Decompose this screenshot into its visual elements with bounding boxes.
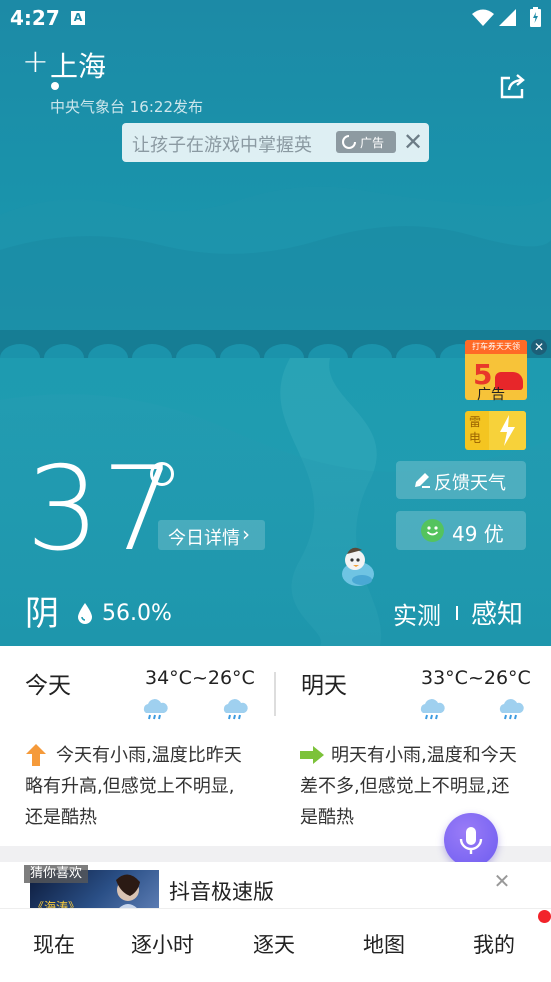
nav-now[interactable]: 现在 bbox=[33, 929, 75, 959]
add-city-button[interactable]: + bbox=[22, 45, 49, 77]
status-time: 4:27 bbox=[10, 6, 60, 30]
signal-icon bbox=[499, 9, 516, 26]
status-bar: 4:27 A bbox=[0, 0, 551, 36]
side-ad-strip: 打车券天天领 bbox=[465, 340, 527, 354]
share-icon[interactable] bbox=[497, 70, 529, 102]
aqi-face-icon bbox=[421, 519, 444, 542]
chevron-right-icon: › bbox=[242, 522, 250, 546]
lightning-icon bbox=[500, 415, 515, 446]
today-detail-label: 今日详情 bbox=[168, 528, 240, 549]
wifi-icon bbox=[472, 9, 494, 26]
tomorrow-desc-line2: 差不多,但感觉上不明显,还 bbox=[300, 776, 510, 797]
ad-close-icon[interactable]: ✕ bbox=[401, 128, 425, 156]
tab-feel[interactable]: 感知 bbox=[471, 594, 523, 631]
arrow-right-icon bbox=[300, 746, 324, 764]
publish-info: 中央气象台 16:22发布 bbox=[50, 98, 203, 116]
nav-map[interactable]: 地图 bbox=[363, 929, 405, 959]
bottom-nav: 现在 逐小时 逐天 地图 我的 bbox=[0, 908, 551, 982]
ad-logo-icon bbox=[342, 134, 357, 149]
page-indicator-dot bbox=[51, 82, 59, 90]
voice-button[interactable] bbox=[444, 813, 498, 867]
tab-observed[interactable]: 实测 bbox=[393, 596, 441, 631]
recommend-tag: 猜你喜欢 bbox=[24, 865, 89, 883]
tomorrow-temp-range: 33°C~26°C bbox=[421, 667, 531, 689]
feedback-weather-button[interactable]: 反馈天气 bbox=[396, 461, 526, 499]
thunder-label: 雷电 bbox=[469, 415, 482, 445]
degree-symbol bbox=[150, 462, 174, 486]
side-ad-label: 广告 bbox=[477, 387, 505, 403]
tab-divider bbox=[456, 606, 458, 620]
mascot-icon[interactable] bbox=[338, 540, 378, 588]
ad-text: 让孩子在游戏中掌握英 bbox=[132, 135, 312, 156]
notification-badge bbox=[538, 910, 551, 923]
nav-hourly[interactable]: 逐小时 bbox=[131, 929, 194, 959]
city-name[interactable]: 上海 bbox=[50, 45, 106, 85]
feed-ad-thumb-text: 《海涛》 bbox=[32, 900, 81, 908]
light-rain-icon bbox=[143, 699, 168, 720]
feed-ad-close-icon[interactable]: ✕ bbox=[493, 871, 511, 891]
battery-icon bbox=[530, 7, 541, 27]
ad-tag: 广告 bbox=[336, 131, 396, 153]
weather-condition: 阴 bbox=[25, 594, 59, 634]
arrow-up-icon bbox=[26, 744, 46, 766]
aqi-button[interactable]: 49 优 bbox=[396, 511, 526, 550]
humidity-value: 56.0% bbox=[102, 601, 172, 626]
ad-tag-label: 广告 bbox=[360, 136, 385, 150]
light-rain-icon bbox=[499, 699, 524, 720]
ad-banner[interactable]: 让孩子在游戏中掌握英 广告 ✕ bbox=[122, 123, 429, 162]
feedback-label: 反馈天气 bbox=[434, 473, 506, 494]
humidity-drop-icon bbox=[78, 603, 92, 624]
today-temp-range: 34°C~26°C bbox=[145, 667, 255, 689]
side-ad-close-icon[interactable]: ✕ bbox=[531, 339, 547, 355]
notification-icon: A bbox=[71, 11, 85, 25]
feed-ad-title: 抖音极速版 bbox=[169, 880, 274, 904]
tomorrow-desc-line1: 明天有小雨,温度和今天 bbox=[331, 745, 517, 766]
today-desc-line3: 还是酷热 bbox=[25, 807, 97, 828]
thunder-panel bbox=[489, 411, 526, 450]
aqi-value: 49 优 bbox=[452, 522, 504, 546]
feed-ad[interactable]: 《海涛》 猜你喜欢 抖音极速版 ✕ bbox=[0, 862, 551, 908]
microphone-icon bbox=[459, 827, 483, 854]
forecast-divider bbox=[274, 672, 276, 716]
light-rain-icon bbox=[223, 699, 248, 720]
side-ad-thunder[interactable]: 雷电 bbox=[465, 411, 526, 450]
today-detail-button[interactable]: 今日详情 › bbox=[158, 520, 265, 550]
tomorrow-title: 明天 bbox=[301, 673, 347, 699]
today-desc-line2: 略有升高,但感觉上不明显, bbox=[25, 776, 235, 797]
nav-me[interactable]: 我的 bbox=[473, 929, 515, 959]
edit-icon bbox=[415, 473, 430, 488]
today-desc-line1: 今天有小雨,温度比昨天 bbox=[56, 745, 242, 766]
today-title: 今天 bbox=[25, 673, 71, 699]
light-rain-icon bbox=[420, 699, 445, 720]
nav-daily[interactable]: 逐天 bbox=[253, 929, 295, 959]
